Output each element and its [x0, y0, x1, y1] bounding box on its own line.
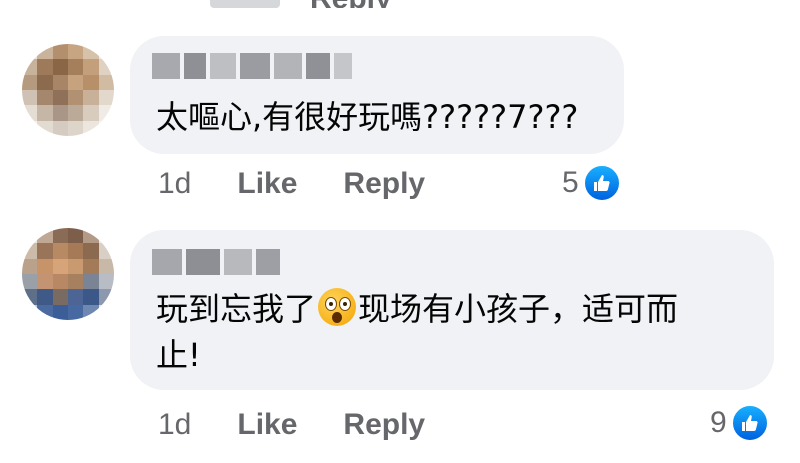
reaction-count: 5 — [562, 166, 579, 199]
reply-button[interactable]: Reply — [343, 408, 425, 442]
author-name-blurred[interactable] — [152, 53, 352, 79]
like-button[interactable]: Like — [237, 408, 297, 442]
comment-text: 太嘔心,有很好玩嗎?????7??? — [156, 98, 579, 136]
author-name-blurred[interactable] — [152, 249, 280, 275]
comment-text-part-1: 玩到忘我了 — [156, 290, 317, 328]
blurred-timestamp — [210, 0, 280, 8]
reaction-summary[interactable]: 9 — [710, 404, 769, 442]
avatar[interactable] — [22, 228, 114, 320]
comment-timestamp[interactable]: 1d — [158, 408, 191, 442]
thumbs-up-icon — [730, 404, 769, 442]
comment-text-line-2: 止! — [156, 336, 201, 374]
avatar[interactable] — [22, 44, 114, 136]
comment-bubble: 太嘔心,有很好玩嗎?????7??? — [130, 36, 624, 154]
thumbs-up-glyph — [593, 175, 610, 191]
reaction-summary[interactable]: 5 — [562, 164, 621, 202]
comment-actions: 1d Like Reply — [158, 167, 425, 201]
thumbs-up-glyph — [741, 415, 758, 431]
comment-text: 玩到忘我了 现场有小孩子，适可而 止! — [156, 286, 756, 378]
comment-timestamp[interactable]: 1d — [158, 167, 191, 201]
comment-text-line-1: 玩到忘我了 现场有小孩子，适可而 — [156, 286, 756, 332]
comment-actions: 1d Like Reply — [158, 408, 425, 442]
astonished-face-icon — [318, 288, 357, 326]
reaction-count: 9 — [710, 406, 727, 439]
previous-reply-link[interactable]: Reply — [310, 0, 392, 8]
previous-comment-actions-fragment: Reply — [210, 0, 440, 8]
comment-text-part-2: 现场有小孩子，适可而 — [358, 290, 679, 328]
like-button[interactable]: Like — [237, 167, 297, 201]
comment-bubble: 玩到忘我了 现场有小孩子，适可而 止! — [130, 230, 774, 390]
reply-button[interactable]: Reply — [343, 167, 425, 201]
thumbs-up-icon — [582, 164, 621, 202]
